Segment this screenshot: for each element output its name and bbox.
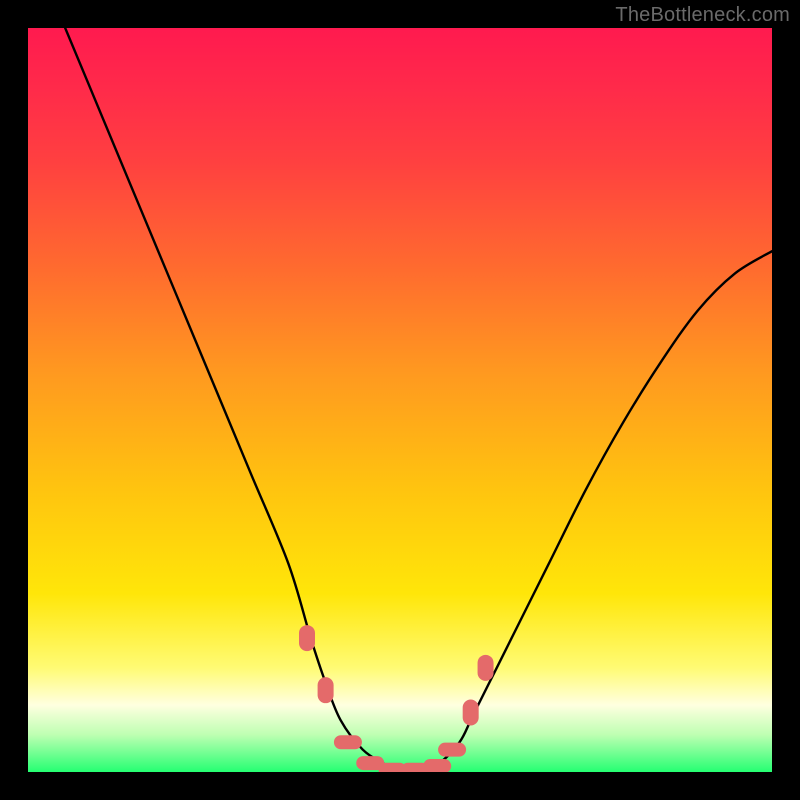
curve-marker: [334, 735, 362, 749]
curve-marker: [438, 743, 466, 757]
plot-area: [28, 28, 772, 772]
curve-marker: [463, 699, 479, 725]
bottleneck-curve-path: [65, 28, 772, 772]
curve-marker: [318, 677, 334, 703]
curve-marker: [423, 759, 451, 772]
watermark-text: TheBottleneck.com: [615, 4, 790, 27]
outer-frame: TheBottleneck.com: [0, 0, 800, 800]
marker-group: [299, 625, 494, 772]
curve-marker: [299, 625, 315, 651]
chart-svg: [28, 28, 772, 772]
curve-marker: [478, 655, 494, 681]
